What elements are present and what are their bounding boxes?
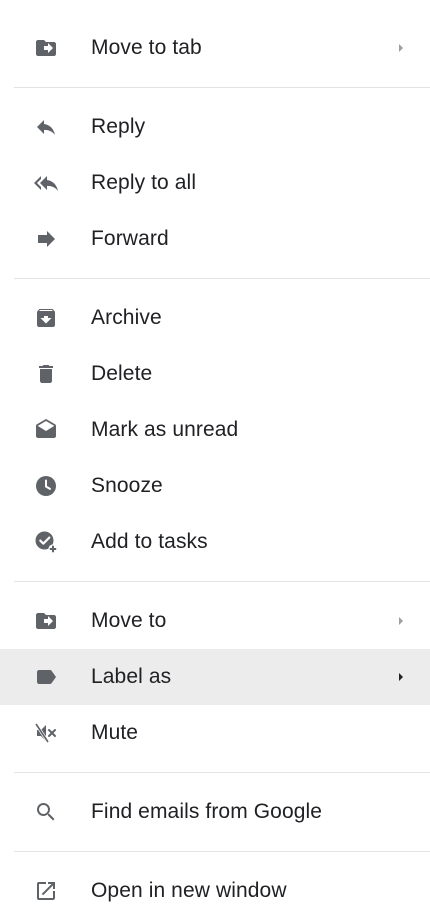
menu-item-label: Snooze bbox=[91, 474, 163, 497]
menu-item-forward[interactable]: Forward bbox=[0, 211, 430, 267]
menu-item-label: Find emails from Google bbox=[91, 800, 323, 823]
mark-unread-icon bbox=[34, 418, 58, 442]
archive-icon bbox=[34, 306, 58, 330]
open-new-window-icon bbox=[34, 879, 58, 903]
menu-item-archive[interactable]: Archive bbox=[0, 290, 430, 346]
menu-item-mark-as-unread[interactable]: Mark as unread bbox=[0, 402, 430, 458]
search-icon bbox=[34, 800, 58, 824]
menu-divider bbox=[14, 851, 430, 852]
menu-item-label: Label as bbox=[91, 665, 172, 688]
menu-item-label: Move to bbox=[91, 609, 167, 632]
chevron-right-icon bbox=[396, 615, 406, 627]
menu-item-open-in-new-window[interactable]: Open in new window bbox=[0, 863, 430, 919]
menu-item-label: Reply to all bbox=[91, 171, 197, 194]
chevron-right-icon bbox=[396, 671, 406, 683]
reply-all-icon bbox=[34, 171, 58, 195]
mute-icon bbox=[34, 721, 58, 745]
menu-item-snooze[interactable]: Snooze bbox=[0, 458, 430, 514]
move-to-folder-icon bbox=[34, 609, 58, 633]
label-icon bbox=[34, 665, 58, 689]
menu-item-find-emails-from-google[interactable]: Find emails from Google bbox=[0, 784, 430, 840]
menu-item-label-as[interactable]: Label as bbox=[0, 649, 430, 705]
menu-item-label: Add to tasks bbox=[91, 530, 208, 553]
menu-item-label: Mute bbox=[91, 721, 139, 744]
menu-divider bbox=[14, 278, 430, 279]
reply-icon bbox=[34, 115, 58, 139]
menu-item-move-to[interactable]: Move to bbox=[0, 593, 430, 649]
menu-divider bbox=[14, 581, 430, 582]
context-menu: Move to tab Reply Reply to all Forward A… bbox=[0, 0, 430, 919]
move-to-folder-icon bbox=[34, 36, 58, 60]
add-task-icon bbox=[34, 530, 58, 554]
menu-divider bbox=[14, 772, 430, 773]
menu-item-reply[interactable]: Reply bbox=[0, 99, 430, 155]
menu-item-label: Delete bbox=[91, 362, 153, 385]
clock-icon bbox=[34, 474, 58, 498]
menu-item-label: Reply bbox=[91, 115, 146, 138]
trash-icon bbox=[34, 362, 58, 386]
menu-item-label: Archive bbox=[91, 306, 162, 329]
menu-item-move-to-tab[interactable]: Move to tab bbox=[0, 20, 430, 76]
menu-item-reply-to-all[interactable]: Reply to all bbox=[0, 155, 430, 211]
menu-item-delete[interactable]: Delete bbox=[0, 346, 430, 402]
menu-item-mute[interactable]: Mute bbox=[0, 705, 430, 761]
menu-item-label: Move to tab bbox=[91, 36, 202, 59]
menu-item-label: Open in new window bbox=[91, 879, 287, 902]
chevron-right-icon bbox=[396, 42, 406, 54]
menu-item-add-to-tasks[interactable]: Add to tasks bbox=[0, 514, 430, 570]
forward-icon bbox=[34, 227, 58, 251]
menu-item-label: Forward bbox=[91, 227, 169, 250]
menu-item-label: Mark as unread bbox=[91, 418, 239, 441]
menu-divider bbox=[14, 87, 430, 88]
